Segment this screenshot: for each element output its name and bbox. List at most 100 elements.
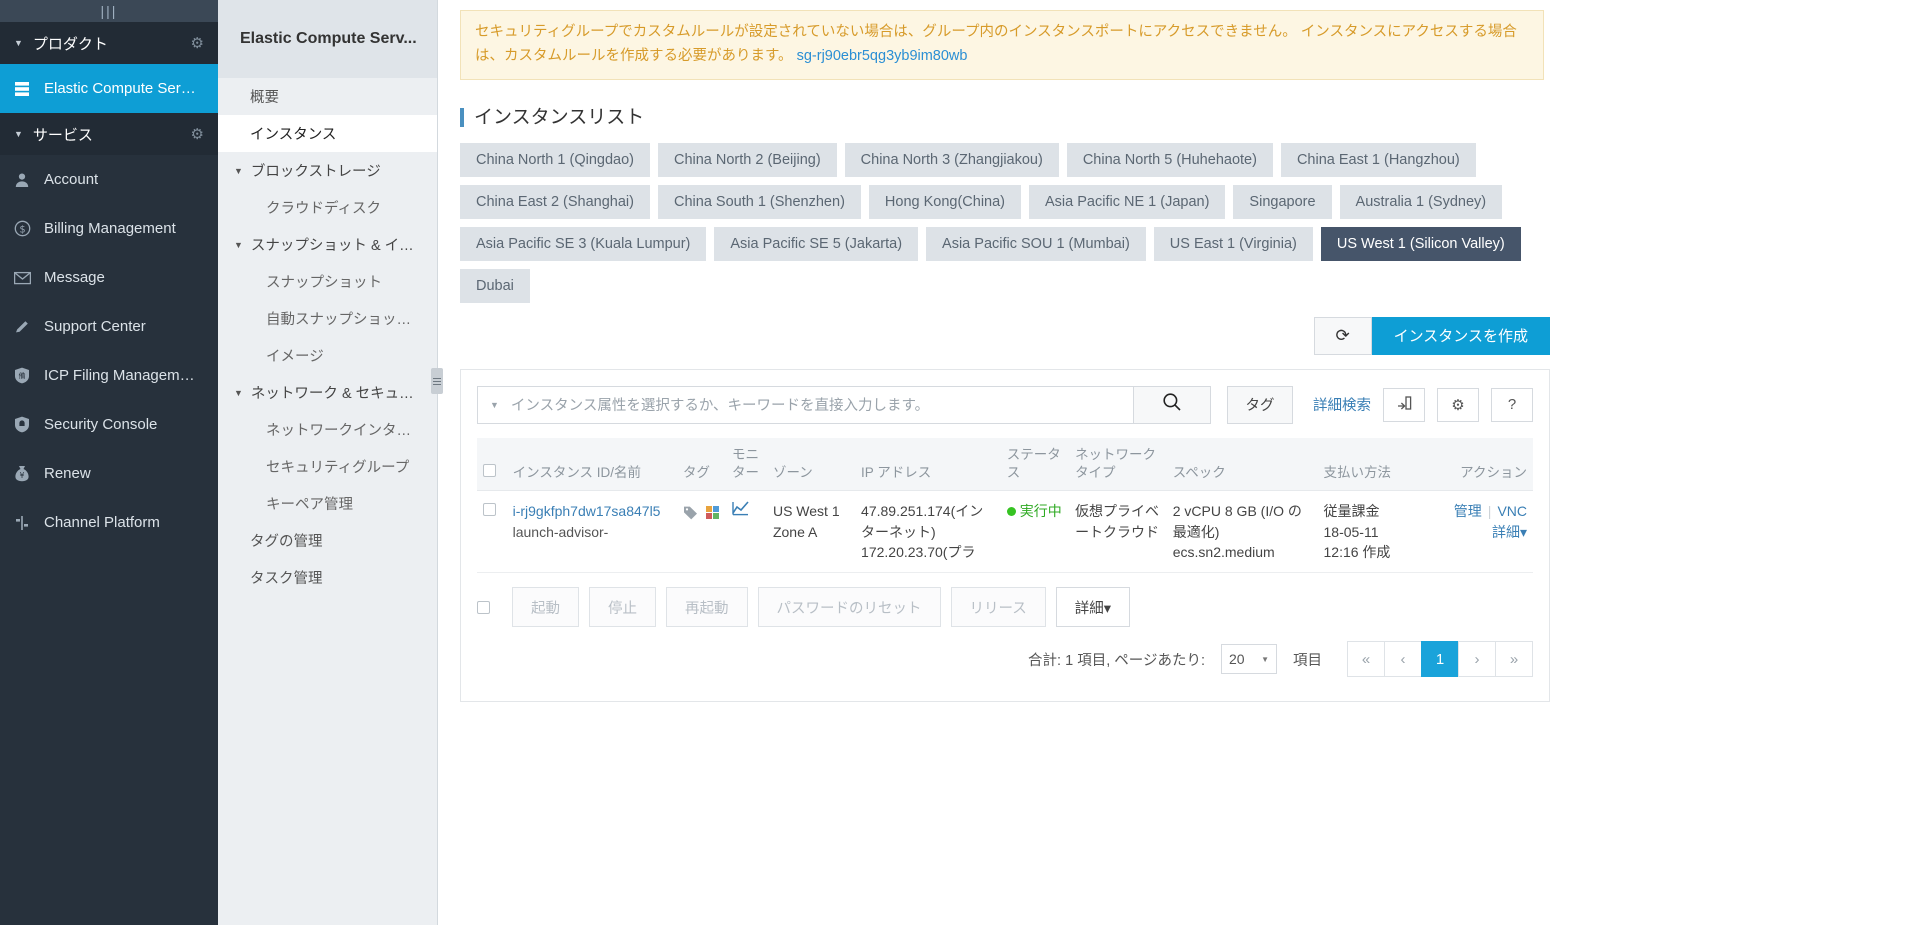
column-settings-button[interactable]: ⚙ <box>1437 387 1479 422</box>
region-asia-pacific-ne-1[interactable]: Asia Pacific NE 1 (Japan) <box>1029 184 1226 219</box>
tag-icon[interactable] <box>683 505 698 525</box>
region-china-north-1[interactable]: China North 1 (Qingdao) <box>460 142 650 177</box>
security-group-link[interactable]: sg-rj90ebr5qg3yb9im80wb <box>797 48 968 64</box>
chevron-down-icon: ▼ <box>234 165 243 176</box>
region-us-west-1[interactable]: US West 1 (Silicon Valley) <box>1320 226 1521 261</box>
col-network-type[interactable]: ネットワークタイプ <box>1069 437 1167 492</box>
region-asia-pacific-se-5[interactable]: Asia Pacific SE 5 (Jakarta) <box>714 226 919 261</box>
region-china-east-2[interactable]: China East 2 (Shanghai) <box>460 184 650 219</box>
nav2-item-auto-snapshot[interactable]: 自動スナップショッ… <box>218 300 437 337</box>
instance-id-link[interactable]: i-rj9gkfph7dw17sa847l5 <box>513 501 671 521</box>
page-prev-button[interactable]: ‹ <box>1384 641 1422 678</box>
page-title: インスタンスリスト <box>460 107 1895 127</box>
vnc-link[interactable]: VNC <box>1497 503 1527 519</box>
col-ip: IP アドレス <box>855 437 1001 492</box>
pager: « ‹ 1 › » <box>1347 641 1533 678</box>
sidebar-item-support[interactable]: Support Center <box>0 302 218 351</box>
region-china-north-3[interactable]: China North 3 (Zhangjiakou) <box>844 142 1059 177</box>
region-hong-kong[interactable]: Hong Kong(China) <box>868 184 1022 219</box>
region-china-south-1[interactable]: China South 1 (Shenzhen) <box>658 184 861 219</box>
chart-icon[interactable] <box>732 501 749 519</box>
pencil-icon <box>14 319 40 335</box>
nav2-section-network-security[interactable]: ▼ ネットワーク & セキュ… <box>218 374 437 411</box>
nav2-item-network-interface[interactable]: ネットワークインタ… <box>218 411 437 448</box>
nav2-item-cloud-disk[interactable]: クラウドディスク <box>218 189 437 226</box>
bulk-restart-button[interactable]: 再起動 <box>666 587 748 628</box>
sidebar-item-message[interactable]: Message <box>0 253 218 302</box>
bulk-select-checkbox[interactable] <box>477 600 490 614</box>
sidebar-item-ecs-label: Elastic Compute Ser… <box>44 80 196 97</box>
page-next-button[interactable]: › <box>1458 641 1496 678</box>
col-instance-id[interactable]: インスタンス ID/名前 <box>506 437 678 492</box>
sidebar-item-account[interactable]: Account <box>0 155 218 204</box>
nav2-section-snapshot-image[interactable]: ▼ スナップショット & イ… <box>218 226 437 263</box>
nav2-item-instances[interactable]: インスタンス <box>218 115 437 152</box>
region-singapore[interactable]: Singapore <box>1233 184 1332 219</box>
bulk-reset-password-button[interactable]: パスワードのリセット <box>757 587 941 628</box>
cell-monitor <box>726 490 767 574</box>
bulk-release-button[interactable]: リリース <box>950 587 1046 628</box>
bulk-stop-button[interactable]: 停止 <box>589 587 656 628</box>
more-actions-link[interactable]: 詳細▾ <box>1492 524 1527 540</box>
nav2-item-security-group[interactable]: セキュリティグループ <box>218 448 437 485</box>
page-last-button[interactable]: » <box>1495 641 1533 678</box>
nav2-item-overview-label: 概要 <box>250 90 279 106</box>
sidebar-item-renew[interactable]: ¥ Renew <box>0 449 218 498</box>
refresh-button[interactable]: ⟳ <box>1313 316 1372 355</box>
sidebar-item-icp-filing[interactable]: 備 ICP Filing Managem… <box>0 351 218 400</box>
nav2-item-task-management[interactable]: タスク管理 <box>218 559 437 596</box>
advanced-search-link[interactable]: 詳細検索 <box>1293 394 1371 415</box>
tag-filter-button[interactable]: タグ <box>1227 385 1293 424</box>
hamburger-icon[interactable]: ||| <box>101 4 118 18</box>
select-all-checkbox[interactable] <box>483 464 496 478</box>
search-input[interactable]: ▼ インスタンス属性を選択するか、キーワードを直接入力します。 <box>477 385 1133 424</box>
page-first-button[interactable]: « <box>1347 641 1385 678</box>
nav2-section-block-storage[interactable]: ▼ ブロックストレージ <box>218 152 437 189</box>
status-badge: 実行中 <box>1019 503 1062 520</box>
chevron-down-icon[interactable]: ▼ <box>490 400 499 410</box>
region-australia-1[interactable]: Australia 1 (Sydney) <box>1339 184 1503 219</box>
search-button[interactable] <box>1133 385 1211 424</box>
nav2-item-cloud-disk-label: クラウドディスク <box>266 201 381 217</box>
nav2-section-snapshot-image-label: スナップショット & イ… <box>250 238 414 254</box>
sidebar-group-services[interactable]: ▼ サービス ⚙ <box>0 113 218 155</box>
bulk-more-button[interactable]: 詳細▾ <box>1055 587 1131 628</box>
region-china-north-5[interactable]: China North 5 (Huhehaote) <box>1066 142 1273 177</box>
gear-icon[interactable]: ⚙ <box>191 125 204 143</box>
spec-line-1: 2 vCPU 8 GB (I/O の最適化) <box>1172 503 1302 540</box>
nav2-item-keypair[interactable]: キーペア管理 <box>218 485 437 522</box>
export-button[interactable] <box>1383 387 1425 422</box>
col-payment[interactable]: 支払い方法 <box>1317 437 1421 492</box>
instance-table: インスタンス ID/名前 タグ モニター ゾーン IP アドレス ステータス ネ… <box>477 437 1533 574</box>
sidebar-item-security-console[interactable]: Security Console <box>0 400 218 449</box>
nav2-item-tag-management[interactable]: タグの管理 <box>218 522 437 559</box>
nav2-item-snapshot[interactable]: スナップショット <box>218 263 437 300</box>
manage-link[interactable]: 管理 <box>1454 503 1482 519</box>
row-checkbox[interactable] <box>483 503 496 517</box>
nav2-item-image[interactable]: イメージ <box>218 337 437 374</box>
gear-icon[interactable]: ⚙ <box>191 34 204 52</box>
sidebar-item-message-label: Message <box>44 269 105 286</box>
create-instance-button[interactable]: インスタンスを作成 <box>1371 316 1550 355</box>
region-asia-pacific-sou-1[interactable]: Asia Pacific SOU 1 (Mumbai) <box>926 226 1146 261</box>
region-china-north-2[interactable]: China North 2 (Beijing) <box>657 142 837 177</box>
sidebar-item-billing[interactable]: $ Billing Management <box>0 204 218 253</box>
region-dubai[interactable]: Dubai <box>460 268 530 303</box>
payment-time: 12:16 作成 <box>1323 543 1391 560</box>
nav2-item-overview[interactable]: 概要 <box>218 78 437 115</box>
page-1-button[interactable]: 1 <box>1421 641 1459 678</box>
bulk-start-button[interactable]: 起動 <box>512 587 579 628</box>
sidebar-item-channel-platform[interactable]: Channel Platform <box>0 498 218 547</box>
sidebar-collapse-handle[interactable] <box>431 368 443 394</box>
colored-tag-icon[interactable] <box>705 505 720 525</box>
region-us-east-1[interactable]: US East 1 (Virginia) <box>1153 226 1313 261</box>
help-button[interactable]: ? <box>1491 387 1533 422</box>
region-china-east-1[interactable]: China East 1 (Hangzhou) <box>1280 142 1476 177</box>
sidebar-toggle-bar[interactable]: ||| <box>0 0 218 22</box>
action-divider: | <box>1487 503 1492 520</box>
sidebar-group-products[interactable]: ▼ プロダクト ⚙ <box>0 22 218 64</box>
col-status[interactable]: ステータス <box>1000 437 1070 492</box>
sidebar-item-ecs[interactable]: Elastic Compute Ser… <box>0 64 218 113</box>
page-size-select[interactable]: 20 ▼ <box>1221 644 1277 675</box>
region-asia-pacific-se-3[interactable]: Asia Pacific SE 3 (Kuala Lumpur) <box>460 226 707 261</box>
